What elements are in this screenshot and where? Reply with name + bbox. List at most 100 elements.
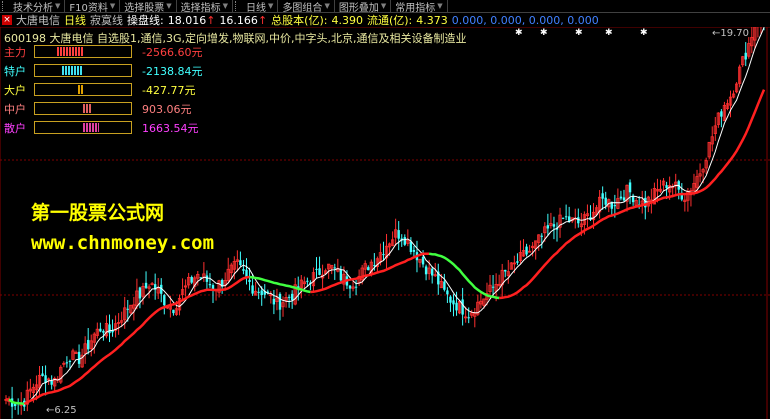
chevron-down-icon: ▼	[109, 2, 116, 10]
candle-body	[604, 197, 607, 205]
line-value-1: 18.016	[167, 13, 207, 27]
legend-bar-box	[34, 102, 132, 115]
arrow-up-icon: ↑	[206, 13, 216, 27]
candle-body	[108, 324, 111, 334]
marker-star-icon: ✱	[515, 28, 523, 38]
toolbar-common-indicators[interactable]: 常用指标 ▼	[391, 0, 448, 14]
candle-body	[452, 300, 455, 305]
candle-body	[382, 254, 385, 256]
candle-body	[77, 351, 81, 364]
candle-body	[205, 275, 209, 282]
candle-body	[339, 269, 343, 281]
watermark-title: 第一股票公式网	[31, 202, 165, 224]
info-bar: × 大唐电信 日线 寂寞线 操盘线: 18.016 ↑ 16.166 ↑ 总股本(亿…	[0, 13, 770, 27]
period-label: 日线	[64, 14, 86, 27]
candle-body	[564, 216, 568, 218]
toolbar-daily[interactable]: 日线 ▼	[242, 0, 279, 14]
toolbar-select-indicator[interactable]: 选择指标 ▼	[177, 0, 234, 14]
high-price-value: 19.70	[720, 28, 750, 39]
candle-body	[190, 277, 193, 283]
candle-body	[138, 287, 142, 299]
legend-value: 903.06元	[142, 102, 192, 116]
candle-body	[409, 241, 413, 253]
candle-body	[50, 380, 53, 385]
toolbar-grip[interactable]	[2, 1, 9, 11]
chevron-down-icon: ▼	[268, 2, 274, 10]
toolbar-overlay[interactable]: 图形叠加 ▼	[335, 0, 392, 14]
arrow-up-icon: ↑	[257, 13, 268, 27]
legend-bar	[61, 66, 83, 75]
candle-body	[412, 250, 416, 252]
candle-body	[287, 296, 291, 298]
candle-body	[628, 182, 632, 193]
candle-body	[102, 330, 105, 333]
legend-label: 主力	[4, 45, 26, 59]
close-icon[interactable]: ×	[2, 15, 12, 25]
shares-value: 4.390	[331, 13, 363, 27]
high-price-label: ←19.70	[712, 28, 750, 39]
candle-body	[467, 317, 470, 319]
candle-body	[367, 267, 370, 271]
chevron-down-icon: ▼	[380, 2, 387, 10]
candle-body	[720, 111, 723, 117]
legend-row: 主力 -2566.60元	[4, 42, 202, 61]
candle-body	[68, 360, 72, 362]
marker-star-icon: ✱	[575, 28, 583, 38]
candle-body	[619, 196, 623, 199]
candle-body	[373, 265, 376, 267]
candle-body	[744, 52, 747, 60]
chevron-down-icon: ▼	[324, 2, 330, 10]
legend-value: -427.77元	[142, 83, 196, 97]
candle-body	[144, 282, 148, 288]
legend-bar-box	[34, 121, 132, 134]
capital-flow-legend: 主力 -2566.60元 特户 -2138.84元大户 -427.77元中户 903.06…	[4, 42, 202, 137]
toolbar-grip[interactable]	[235, 1, 242, 11]
candle-body	[65, 362, 69, 364]
legend-value: 1663.54元	[142, 121, 199, 135]
candle-body	[504, 269, 507, 272]
legend-row: 散户 1663.54元	[4, 118, 202, 137]
float-label: 流通(亿):	[366, 14, 413, 27]
line-value-2: 16.166	[219, 13, 258, 27]
candle-body	[421, 256, 425, 265]
zero-values: 0.000, 0.000, 0.000, 0.000	[451, 13, 599, 27]
marker-star-icon: ✱	[605, 28, 613, 38]
candle-body	[424, 266, 428, 275]
legend-bar-box	[34, 45, 132, 58]
candle-body	[455, 302, 458, 311]
candle-body	[163, 295, 166, 306]
watermark-url: www.chnmoney.com	[31, 232, 215, 254]
toolbar-tech-analysis[interactable]: 技术分析 ▼	[9, 0, 66, 14]
candle-body	[348, 285, 352, 289]
legend-bar-box	[34, 83, 132, 96]
candle-body	[665, 185, 668, 189]
toolbar-f10[interactable]: F10资料 ▼	[65, 0, 121, 14]
shares-label: 总股本(亿):	[271, 14, 328, 27]
low-price-value: 6.25	[54, 405, 77, 416]
legend-bar-box	[34, 64, 132, 77]
legend-label: 特户	[4, 64, 26, 78]
candle-body	[430, 268, 434, 276]
candle-body	[172, 309, 175, 314]
float-value: 4.373	[416, 13, 448, 27]
candle-body	[245, 269, 248, 277]
candle-body	[239, 260, 242, 265]
candle-body	[248, 279, 251, 282]
legend-row: 特户 -2138.84元	[4, 61, 202, 80]
toolbar-multi-chart[interactable]: 多图组合 ▼	[278, 0, 335, 14]
chevron-down-icon: ▼	[222, 2, 229, 10]
toolbar-select-stock[interactable]: 选择股票 ▼	[120, 0, 177, 14]
legend-bar	[78, 85, 83, 94]
candle-body	[86, 339, 90, 350]
legend-label: 大户	[4, 83, 26, 97]
candle-body	[354, 286, 358, 288]
candle-body	[397, 230, 400, 239]
legend-bar	[83, 104, 92, 113]
low-price-label: ←6.25	[46, 405, 77, 416]
toolbar-label: 选择指标	[180, 2, 221, 14]
candle-body	[257, 291, 260, 293]
legend-label: 中户	[4, 102, 26, 116]
candle-body	[306, 280, 309, 282]
candle-body	[546, 225, 550, 229]
marker-star-icon: ✱	[640, 28, 648, 38]
